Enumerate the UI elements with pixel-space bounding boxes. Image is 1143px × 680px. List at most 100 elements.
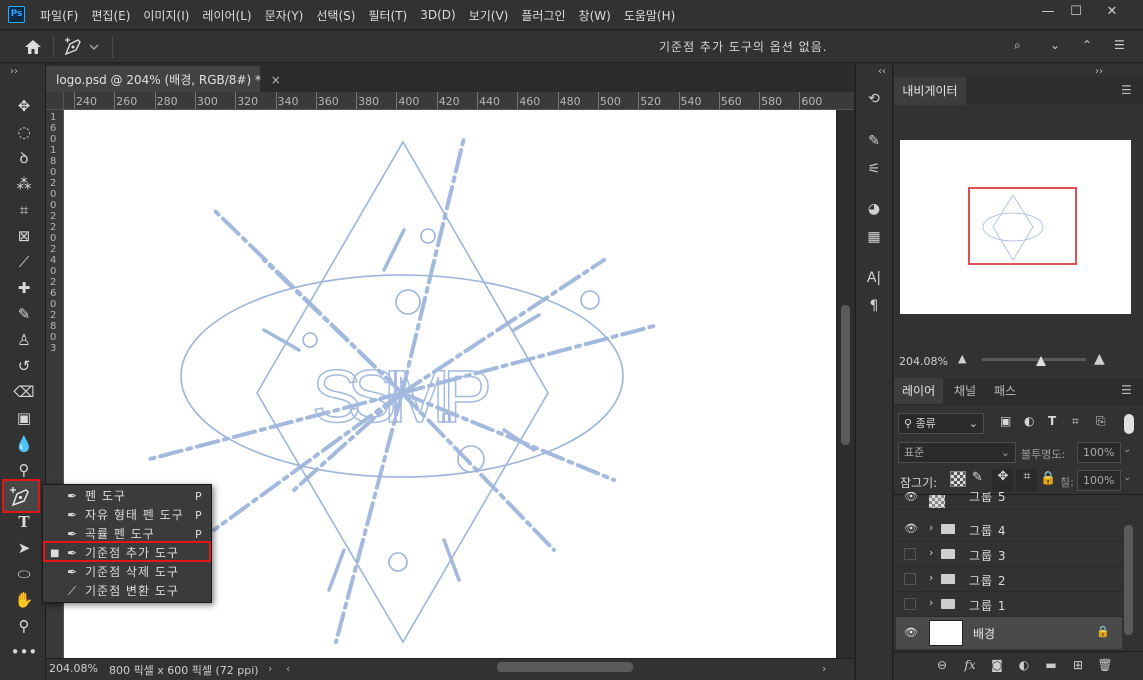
lock-artboard-icon[interactable]: ⌗ — [1016, 469, 1038, 491]
marquee-tool-icon[interactable]: ◌ — [10, 121, 38, 143]
vertical-scroll-thumb[interactable] — [841, 305, 850, 445]
delete-icon[interactable]: 🗑 — [1096, 656, 1114, 674]
scroll-right-icon[interactable]: › — [822, 662, 826, 675]
zoom-tool-icon[interactable]: ⚲ — [10, 615, 38, 637]
layer-row[interactable]: 👁 그룹 5 — [896, 492, 1122, 510]
path-selection-tool-icon[interactable]: ➤ — [10, 537, 38, 559]
tab-close-icon[interactable]: × — [271, 73, 281, 87]
smart-object-filter-icon[interactable]: ⎘ — [1096, 414, 1106, 429]
layer-filter-select[interactable]: ⚲ 종류 ⌄ — [898, 413, 984, 434]
collapse-icon[interactable]: ›› — [1095, 66, 1103, 77]
menu-item[interactable]: 3D(D) — [420, 8, 455, 22]
mask-icon[interactable]: ◙ — [988, 656, 1006, 674]
visibility-eye-icon[interactable]: 👁 — [904, 626, 918, 639]
zoom-in-icon[interactable]: ▲ — [1094, 351, 1105, 367]
layer-row[interactable]: 👁 › 그룹 4 — [896, 517, 1122, 542]
adjustments-panel-icon[interactable]: ⚟ — [864, 159, 884, 179]
visibility-eye-icon[interactable]: 👁 — [904, 522, 918, 535]
swatches-panel-icon[interactable]: ◕ — [864, 199, 884, 219]
minimize-button[interactable]: — — [1034, 2, 1062, 22]
opacity-input[interactable]: 100% — [1077, 442, 1121, 463]
tab-navigator[interactable]: 내비게이터 — [894, 77, 966, 105]
healing-brush-tool-icon[interactable]: ✚ — [10, 277, 38, 299]
layer-row[interactable]: › 그룹 2 — [896, 567, 1122, 592]
menu-item[interactable]: 레이어(L) — [202, 7, 251, 24]
blur-tool-icon[interactable]: 💧 — [10, 433, 38, 455]
zoom-out-icon[interactable]: ▲ — [958, 352, 966, 365]
close-button[interactable]: ✕ — [1098, 2, 1126, 22]
paragraph-panel-icon[interactable]: ¶ — [864, 296, 884, 316]
visibility-eye-icon[interactable]: 👁 — [904, 492, 918, 503]
hand-tool-icon[interactable]: ✋ — [10, 589, 38, 611]
tab-layers[interactable]: 레이어 — [894, 378, 944, 404]
scroll-left-icon[interactable]: ‹ — [286, 662, 290, 675]
ellipse-tool-icon[interactable]: ⬭ — [10, 563, 38, 585]
eraser-tool-icon[interactable]: ⌫ — [10, 381, 38, 403]
layer-row-background[interactable]: 👁 배경 🔒 — [896, 617, 1122, 649]
link-icon[interactable]: ⊖ — [933, 656, 951, 674]
menu-item[interactable]: 보기(V) — [469, 7, 509, 24]
menu-item[interactable]: 파일(F) — [40, 7, 78, 24]
blend-mode-select[interactable]: 표준 ⌄ — [898, 442, 1016, 463]
panel-menu-icon[interactable]: ☰ — [1114, 38, 1125, 52]
move-tool-icon[interactable]: ✥ — [10, 95, 38, 117]
tab-paths[interactable]: 패스 — [986, 378, 1024, 404]
navigator-view-box[interactable] — [968, 187, 1077, 265]
collapse-icon[interactable]: ‹‹ — [878, 66, 886, 77]
zoom-slider-handle[interactable] — [1036, 356, 1046, 366]
new-layer-icon[interactable]: ⊞ — [1069, 656, 1087, 674]
maximize-button[interactable]: ☐ — [1062, 2, 1090, 22]
shape-filter-icon[interactable]: ⌗ — [1072, 414, 1079, 429]
gradient-tool-icon[interactable]: ▣ — [10, 407, 38, 429]
status-arrow-icon[interactable]: › — [268, 662, 272, 675]
expand-chevron-icon[interactable]: › — [929, 521, 933, 534]
menu-item[interactable]: 창(W) — [579, 7, 611, 24]
flyout-item[interactable]: ✒ 자유 형태 펜 도구 P — [43, 506, 211, 525]
brush-tool-icon[interactable]: ✎ — [10, 303, 38, 325]
expand-chevron-icon[interactable]: › — [929, 546, 933, 559]
stamp-tool-icon[interactable]: ♙ — [10, 329, 38, 351]
flyout-item[interactable]: ✒ 기준점 삭제 도구 — [43, 563, 211, 582]
adjustment-icon[interactable]: ◐ — [1015, 656, 1033, 674]
tab-channels[interactable]: 채널 — [946, 378, 984, 404]
frame-tool-icon[interactable]: ⊠ — [10, 225, 38, 247]
collapse-icon[interactable]: ›› — [10, 66, 18, 77]
visibility-toggle[interactable] — [904, 573, 916, 585]
menu-item[interactable]: 도움말(H) — [624, 7, 676, 24]
character-panel-icon[interactable]: A| — [864, 268, 884, 288]
brush-settings-icon[interactable]: ✎ — [864, 131, 884, 151]
menu-item[interactable]: 선택(S) — [316, 7, 355, 24]
lasso-tool-icon[interactable]: ꝺ — [10, 147, 38, 169]
menu-item[interactable]: 플러그인 — [521, 7, 565, 24]
layer-row[interactable]: › 그룹 3 — [896, 542, 1122, 567]
layer-row[interactable]: › 그룹 1 — [896, 592, 1122, 617]
type-tool-icon[interactable]: T — [10, 511, 38, 533]
chevron-down-icon[interactable]: ⌄ — [1123, 472, 1131, 483]
panel-menu-icon[interactable]: ☰ — [1121, 383, 1132, 397]
new-group-icon[interactable]: ▬ — [1042, 656, 1060, 674]
magic-wand-tool-icon[interactable]: ⁂ — [10, 173, 38, 195]
lock-transparency-icon[interactable] — [950, 471, 966, 487]
eyedropper-tool-icon[interactable]: ⟋ — [10, 251, 38, 273]
lock-position-icon[interactable]: ✥ — [992, 469, 1014, 491]
document-tab[interactable]: logo.psd @ 204% (배경, RGB/8#) * × — [46, 66, 281, 92]
history-brush-tool-icon[interactable]: ↺ — [10, 355, 38, 377]
chevron-down-icon[interactable]: ⌄ — [1123, 444, 1131, 455]
history-panel-icon[interactable]: ⟲ — [864, 89, 884, 109]
panel-menu-icon[interactable]: ☰ — [1121, 83, 1132, 97]
lock-all-icon[interactable]: 🔒 — [1040, 471, 1056, 486]
fill-input[interactable]: 100% — [1077, 470, 1121, 491]
share-icon[interactable]: ⌃ — [1082, 38, 1092, 52]
expand-chevron-icon[interactable]: › — [929, 596, 933, 609]
crop-tool-icon[interactable]: ⌗ — [10, 199, 38, 221]
more-tools-icon[interactable]: ••• — [10, 641, 38, 663]
filter-toggle[interactable] — [1124, 414, 1134, 434]
adjustment-filter-icon[interactable]: ◐ — [1024, 414, 1034, 428]
horizontal-scroll-thumb[interactable] — [497, 662, 633, 672]
flyout-item[interactable]: ✒ 펜 도구 P — [43, 487, 211, 506]
workspace-icon[interactable]: ⌄ — [1050, 38, 1060, 52]
menu-item[interactable]: 문자(Y) — [265, 7, 304, 24]
zoom-slider[interactable] — [982, 358, 1086, 361]
flyout-item[interactable]: ⟋ 기준점 변환 도구 — [43, 582, 211, 601]
tool-preset-picker[interactable] — [62, 36, 104, 58]
